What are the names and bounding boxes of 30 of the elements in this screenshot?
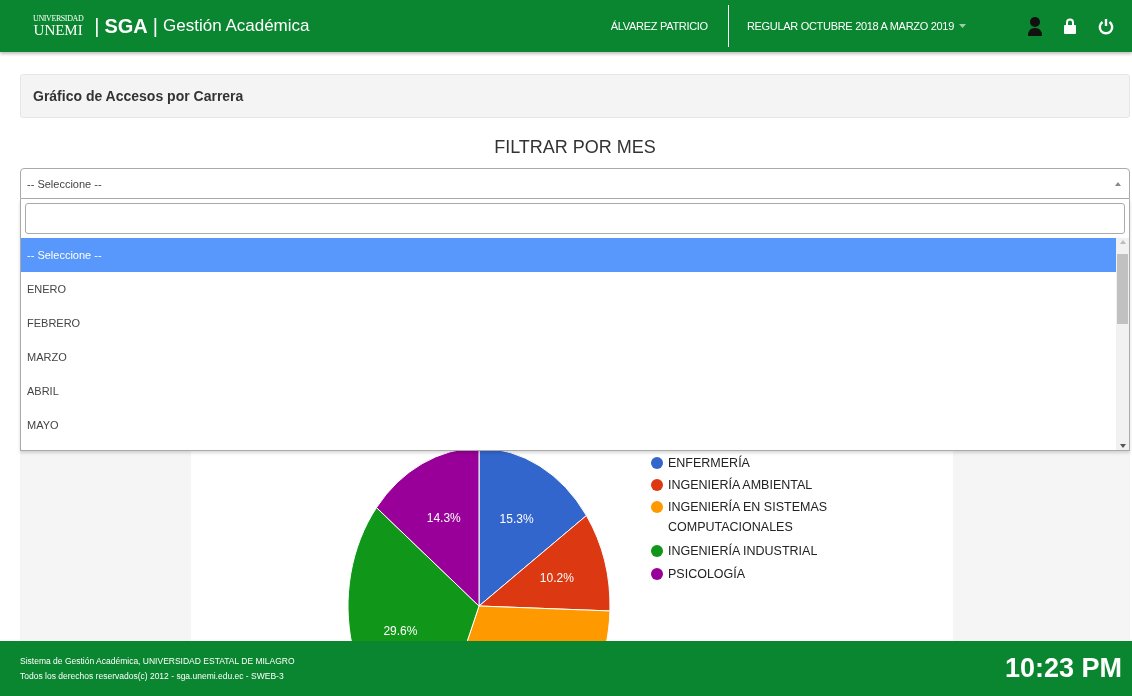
caret-icon: [959, 24, 966, 28]
user-name[interactable]: ÁLVAREZ PATRICIO: [610, 20, 708, 32]
caret-icon: [1115, 181, 1121, 186]
legend-item: INGENIERÍA EN SISTEMAS COMPUTACIONALES: [651, 500, 828, 534]
scrollbar[interactable]: [1116, 238, 1129, 450]
app-name: SGA: [104, 14, 148, 38]
separator: |: [94, 14, 100, 38]
power-icon[interactable]: [1098, 17, 1114, 35]
scroll-down-arrow-icon[interactable]: [1119, 444, 1126, 448]
period-selector[interactable]: REGULAR OCTUBRE 2018 A MARZO 2019: [746, 20, 954, 32]
slice-percent-label: 15.3%: [499, 512, 534, 527]
panel-title: Gráfico de Accesos por Carrera: [20, 74, 1130, 118]
legend-item: ENFERMERÍA: [651, 456, 750, 470]
slice-percent-label: 14.3%: [426, 510, 461, 525]
user-silhouette-icon[interactable]: [1028, 16, 1042, 36]
footer-text: Sistema de Gestión Académica, UNIVERSIDAD ESTATAL DE MILAGRO: [20, 656, 295, 666]
university-logo: UNIVERSIDAD UNEMI: [33, 14, 84, 38]
filter-heading: FILTRAR POR MES: [493, 136, 657, 158]
footer-text: Todos los derechos reservados(c) 2012 - sga.unemi.edu.ec - SWEB-3: [20, 671, 285, 681]
slice-percent-label: 29.6%: [383, 623, 418, 638]
slice-percent-label: 10.2%: [539, 571, 574, 586]
search-field[interactable]: [25, 203, 1125, 234]
clock-time: 10:23 PM: [1004, 653, 1122, 684]
app-title: Gestión Académica: [163, 16, 310, 36]
lock-icon[interactable]: [1064, 18, 1076, 34]
month-select[interactable]: -- Seleccione --: [20, 168, 1130, 199]
legend-item: PSICOLOGÍA: [651, 567, 746, 581]
separator: |: [152, 14, 158, 38]
legend-item: INGENIERÍA INDUSTRIAL: [651, 544, 818, 558]
legend-item: INGENIERÍA AMBIENTAL: [651, 478, 813, 492]
